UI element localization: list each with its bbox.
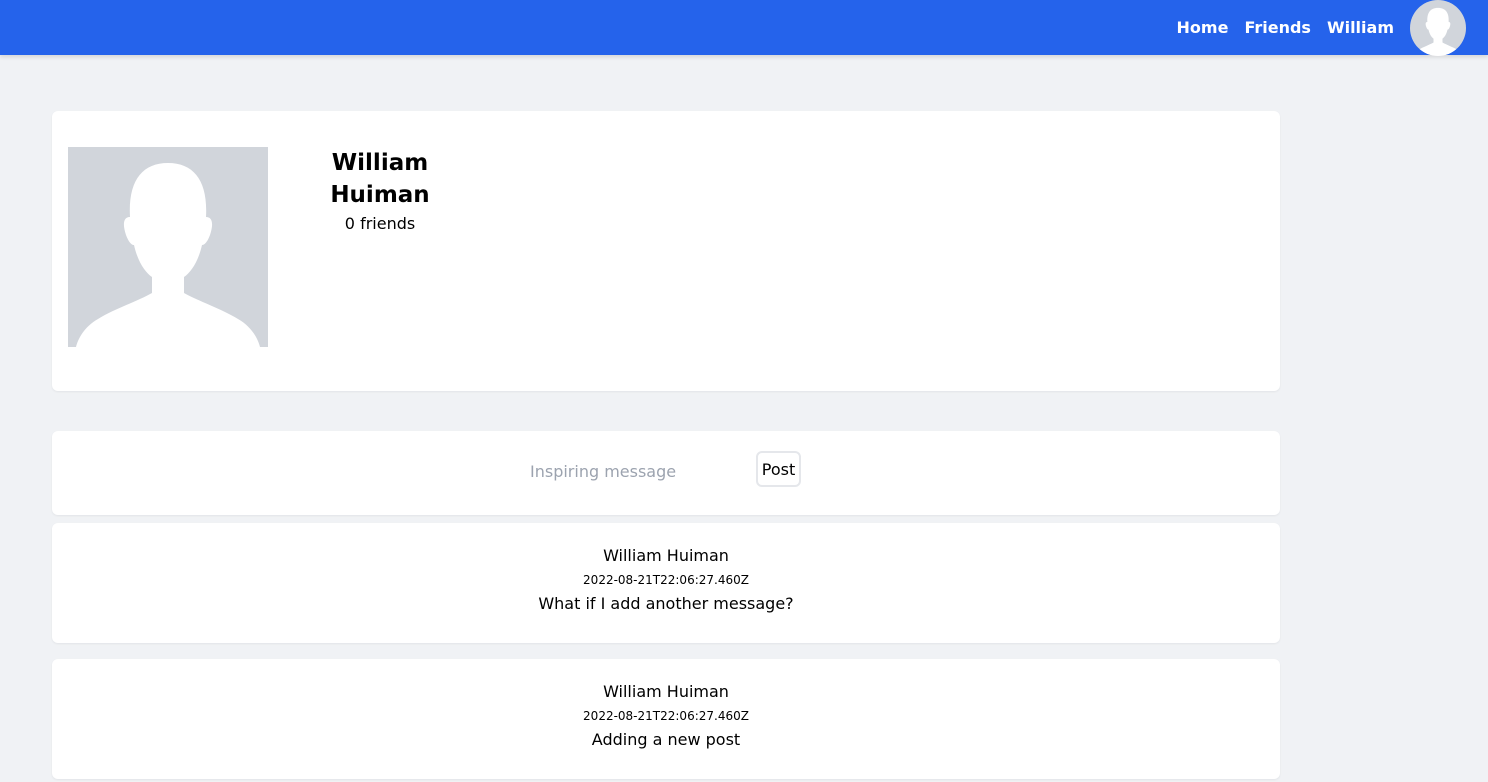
post-composer: Post bbox=[52, 431, 1280, 515]
nav-link-profile[interactable]: William bbox=[1327, 18, 1394, 37]
post-timestamp: 2022-08-21T22:06:27.460Z bbox=[583, 709, 749, 723]
nav-link-home[interactable]: Home bbox=[1177, 18, 1229, 37]
post-text: Adding a new post bbox=[591, 730, 741, 749]
user-avatar-icon[interactable] bbox=[1410, 0, 1466, 56]
nav-link-friends[interactable]: Friends bbox=[1244, 18, 1311, 37]
post-card: William Huiman 2022-08-21T22:06:27.460Z … bbox=[52, 659, 1280, 779]
profile-card: William Huiman 0 friends bbox=[52, 111, 1280, 391]
default-user-silhouette-icon bbox=[68, 147, 268, 347]
post-button[interactable]: Post bbox=[756, 451, 801, 487]
post-author: William Huiman bbox=[603, 682, 729, 701]
message-input[interactable] bbox=[520, 457, 720, 485]
post-text: What if I add another message? bbox=[538, 594, 794, 613]
profile-name: William Huiman bbox=[330, 150, 430, 208]
nav-links: Home Friends William bbox=[1161, 0, 1466, 56]
friends-count[interactable]: 0 friends bbox=[284, 213, 476, 235]
post-card: William Huiman 2022-08-21T22:06:27.460Z … bbox=[52, 523, 1280, 643]
top-navbar: Home Friends William bbox=[0, 0, 1488, 56]
profile-info: William Huiman 0 friends bbox=[284, 147, 476, 235]
post-timestamp: 2022-08-21T22:06:27.460Z bbox=[583, 573, 749, 587]
post-author: William Huiman bbox=[603, 546, 729, 565]
